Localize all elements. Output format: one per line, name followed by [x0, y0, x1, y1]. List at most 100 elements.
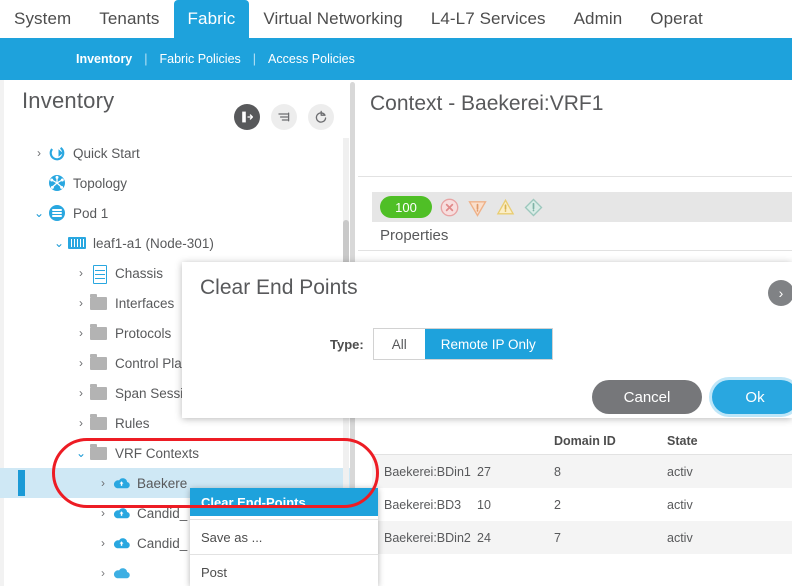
- tree-item-label: leaf1-a1 (Node-301): [93, 235, 214, 251]
- nav-tab-system[interactable]: System: [0, 0, 85, 38]
- table-row[interactable]: Baekerei:BDin2 24 7 activ: [372, 521, 792, 554]
- filter-icon[interactable]: [271, 104, 297, 130]
- cloud-icon: [112, 535, 131, 551]
- nav-tab-virtual-networking[interactable]: Virtual Networking: [249, 0, 416, 38]
- table-header-row: Domain ID State: [372, 428, 792, 454]
- type-field: Type: All Remote IP Only: [330, 328, 553, 360]
- chevron-right-icon[interactable]: ›: [32, 146, 46, 160]
- folder-icon: [90, 294, 109, 311]
- tree-item-label: Rules: [115, 415, 150, 431]
- secondary-navigation-bar: Inventory | Fabric Policies | Access Pol…: [0, 38, 792, 80]
- subnav-separator: |: [144, 52, 148, 66]
- nav-tab-l4-l7-services[interactable]: L4-L7 Services: [417, 0, 560, 38]
- divider: [358, 176, 792, 177]
- tree-item-label: Candid_: [137, 505, 188, 521]
- type-label: Type:: [330, 336, 364, 352]
- cell-name: Baekerei:BD3: [384, 497, 462, 512]
- panel-toggle-icon[interactable]: [234, 104, 260, 130]
- subnav-item-inventory[interactable]: Inventory: [76, 52, 132, 66]
- warning-fault-icon[interactable]: [523, 197, 544, 218]
- subnav-item-fabric-policies[interactable]: Fabric Policies: [160, 52, 241, 66]
- chevron-right-icon[interactable]: ›: [96, 566, 110, 580]
- subnav-item-access-policies[interactable]: Access Policies: [268, 52, 355, 66]
- tree-item-leaf1-a1[interactable]: ⌄ leaf1-a1 (Node-301): [0, 228, 352, 258]
- topology-icon: [48, 175, 67, 191]
- chevron-right-icon[interactable]: ›: [96, 536, 110, 550]
- chevron-right-icon[interactable]: ›: [74, 416, 88, 430]
- folder-icon: [90, 324, 109, 341]
- table-row[interactable]: Baekerei:BDin1 27 8 activ: [372, 455, 792, 488]
- dialog-title: Clear End Points: [200, 276, 358, 299]
- cell-domain-id: 8: [554, 464, 561, 479]
- nav-tab-fabric[interactable]: Fabric: [173, 0, 250, 38]
- cloud-icon: [112, 505, 131, 521]
- divider: [190, 519, 378, 520]
- major-fault-icon[interactable]: [467, 197, 488, 218]
- cell-state: activ: [667, 464, 693, 479]
- chevron-down-icon[interactable]: ⌄: [52, 236, 66, 250]
- cancel-button[interactable]: Cancel: [592, 380, 702, 414]
- cell-state: activ: [667, 497, 693, 512]
- chevron-right-icon[interactable]: ›: [74, 326, 88, 340]
- cell-name: Baekerei:BDin1: [384, 464, 471, 479]
- chevron-right-icon[interactable]: ›: [74, 266, 88, 280]
- menu-item-save-as[interactable]: Save as ...: [190, 523, 378, 551]
- tree-item-topology[interactable]: Topology: [0, 168, 352, 198]
- nav-tab-operations[interactable]: Operat: [636, 0, 717, 38]
- tree-item-label: Baekere: [137, 475, 188, 491]
- table-header-state[interactable]: State: [667, 434, 777, 448]
- bridge-domain-table: Domain ID State Baekerei:BDin1 27 8 acti…: [372, 428, 792, 554]
- application-window: System Tenants Fabric Virtual Networking…: [0, 0, 792, 586]
- chevron-down-icon[interactable]: ⌄: [74, 446, 88, 460]
- health-score-badge: 100: [380, 196, 432, 218]
- refresh-icon[interactable]: [308, 104, 334, 130]
- cell-id: 10: [477, 497, 491, 512]
- divider: [358, 250, 792, 251]
- cell-domain-id: 7: [554, 530, 561, 545]
- chevron-right-icon[interactable]: ›: [96, 476, 110, 490]
- nav-tab-tenants[interactable]: Tenants: [85, 0, 173, 38]
- type-option-remote-ip-only[interactable]: Remote IP Only: [424, 329, 552, 359]
- minor-fault-icon[interactable]: [495, 197, 516, 218]
- chevron-right-icon[interactable]: ›: [96, 506, 110, 520]
- chevron-down-icon[interactable]: ⌄: [32, 206, 46, 220]
- context-title: Context - Baekerei:VRF1: [370, 92, 604, 115]
- nav-tab-admin[interactable]: Admin: [560, 0, 637, 38]
- cell-id: 24: [477, 530, 491, 545]
- chevron-right-icon[interactable]: ›: [74, 296, 88, 310]
- tree-item-vrf-contexts[interactable]: ⌄ VRF Contexts: [0, 438, 352, 468]
- tree-item-label: Control Pla: [115, 355, 182, 371]
- cell-id: 27: [477, 464, 491, 479]
- folder-icon: [90, 384, 109, 401]
- cell-state: activ: [667, 530, 693, 545]
- chevron-right-icon[interactable]: ›: [768, 280, 792, 306]
- tree-item-label: VRF Contexts: [115, 445, 200, 461]
- pod-icon: [48, 205, 67, 221]
- table-header-domain-id[interactable]: Domain ID: [554, 434, 667, 448]
- tree-item-label: Protocols: [115, 325, 172, 341]
- tree-item-pod-1[interactable]: ⌄ Pod 1: [0, 198, 352, 228]
- tree-item-quick-start[interactable]: › Quick Start: [0, 138, 352, 168]
- tree-item-label: Pod 1: [73, 205, 109, 221]
- type-segmented-control: All Remote IP Only: [372, 328, 553, 360]
- context-menu: Clear End-Points Save as ... Post: [190, 488, 378, 586]
- ok-button[interactable]: Ok: [712, 380, 792, 414]
- chevron-right-icon[interactable]: ›: [74, 386, 88, 400]
- page-title: Inventory: [22, 88, 115, 113]
- menu-item-post[interactable]: Post: [190, 558, 378, 586]
- folder-icon: [90, 414, 109, 431]
- type-option-all[interactable]: All: [373, 329, 425, 359]
- cloud-icon: [112, 475, 131, 491]
- inventory-toolbar: [234, 104, 334, 130]
- tree-item-label: Interfaces: [115, 295, 175, 311]
- node-icon: [68, 235, 87, 251]
- table-row[interactable]: Baekerei:BD3 10 2 activ: [372, 488, 792, 521]
- primary-navigation-bar: System Tenants Fabric Virtual Networking…: [0, 0, 792, 38]
- tree-item-label: Candid_: [137, 535, 188, 551]
- cell-name: Baekerei:BDin2: [384, 530, 471, 545]
- chevron-right-icon[interactable]: ›: [74, 356, 88, 370]
- menu-item-clear-end-points[interactable]: Clear End-Points: [190, 488, 378, 516]
- critical-fault-icon[interactable]: [439, 197, 460, 218]
- health-toolbar: 100: [372, 192, 792, 222]
- tree-item-label: Span Sessi: [115, 385, 184, 401]
